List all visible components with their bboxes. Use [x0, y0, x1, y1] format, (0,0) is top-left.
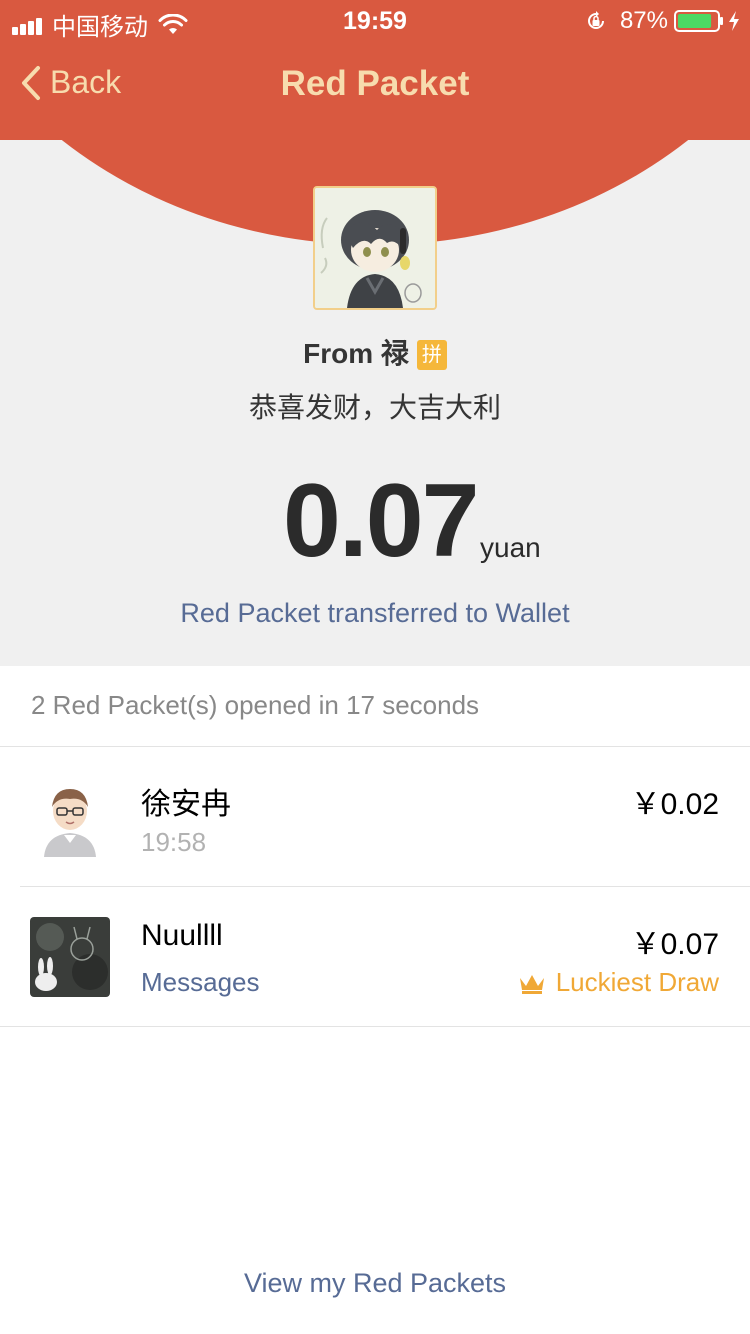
cartoon-avatar-image	[30, 777, 110, 857]
status-right: 87%	[584, 7, 740, 35]
recipient-name: 徐安冉	[141, 788, 231, 821]
crown-icon	[519, 974, 544, 994]
list-item[interactable]: 徐安冉 19:58 ￥0.02	[0, 747, 750, 887]
red-packet-detail-screen: 中国移动 19:59 87% Back Red Packet From 禄 拼 …	[0, 0, 750, 1334]
luckiest-draw-tag: Luckiest Draw	[518, 967, 719, 998]
recipient-name: Nuullll	[141, 919, 223, 952]
recipient-avatar[interactable]	[30, 917, 110, 997]
battery-percent: 87%	[619, 7, 668, 34]
rotation-lock-icon	[587, 11, 604, 29]
status-bar: 中国移动 19:59 87%	[0, 0, 750, 41]
messages-link[interactable]: Messages	[141, 967, 260, 998]
amount-unit: yuan	[480, 532, 541, 563]
anime-avatar-image	[315, 188, 435, 308]
summary-text: 2 Red Packet(s) opened in 17 seconds	[31, 690, 480, 720]
group-badge: 拼	[416, 340, 447, 370]
view-my-red-packets-link[interactable]: View my Red Packets	[0, 1268, 750, 1299]
greeting-message: 恭喜发财，大吉大利	[248, 392, 501, 423]
opened-summary: 2 Red Packet(s) opened in 17 seconds	[0, 666, 750, 747]
recipient-time: 19:58	[141, 827, 207, 857]
list-bottom-divider	[0, 1026, 750, 1027]
page-title: Red Packet	[280, 64, 470, 103]
wallet-transfer-link[interactable]: Red Packet transferred to Wallet	[0, 598, 750, 629]
list-item[interactable]: Nuullll Messages ￥0.07 Luckiest Draw	[0, 887, 750, 1027]
battery-icon	[674, 10, 723, 32]
luckiest-draw-label: Luckiest Draw	[555, 967, 719, 997]
sender-avatar[interactable]	[313, 186, 437, 310]
rabbit-avatar-image	[30, 917, 110, 997]
recipient-amount: ￥0.02	[630, 788, 719, 821]
charging-bolt-icon	[729, 11, 739, 31]
sender-line: From 禄拼	[0, 332, 750, 372]
sender-name: From 禄	[303, 338, 409, 369]
packet-header-area: 中国移动 19:59 87% Back Red Packet From 禄 拼 …	[0, 0, 750, 666]
recipient-avatar[interactable]	[30, 777, 110, 857]
recipient-amount: ￥0.07	[630, 928, 719, 961]
received-amount: 0.07	[283, 463, 479, 579]
